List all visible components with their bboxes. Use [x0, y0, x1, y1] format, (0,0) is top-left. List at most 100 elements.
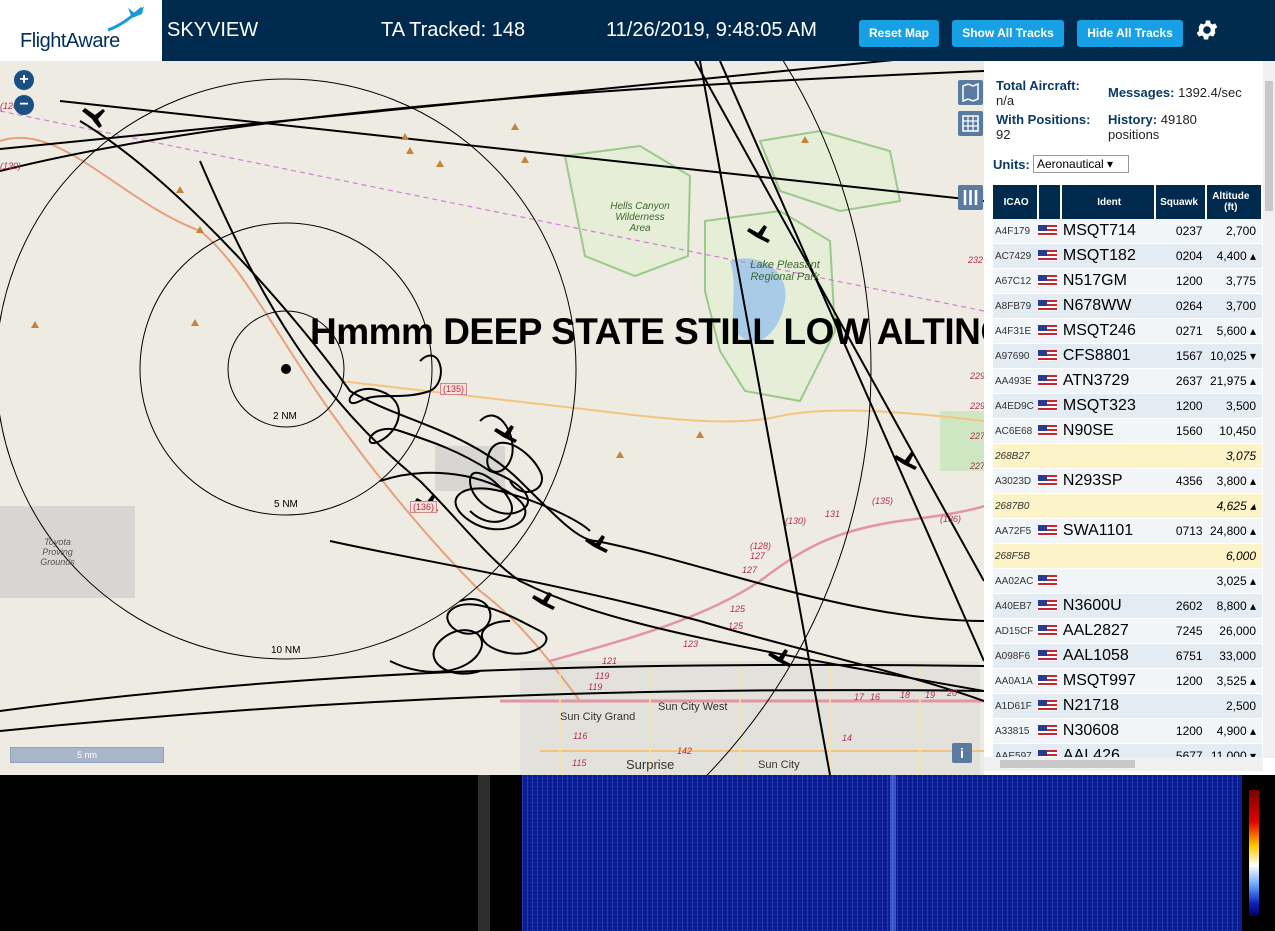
column-header-altitude[interactable]: Altitude (ft) [1205, 185, 1264, 219]
us-flag-icon [1038, 425, 1058, 437]
icao-cell: AD15CF [993, 618, 1039, 644]
table-row[interactable]: 268B27 3,075 [993, 443, 1262, 469]
table-row[interactable]: A40EB7 N3600U 2602 8,800 ▴ [993, 593, 1262, 619]
table-row[interactable]: AA72F5 SWA1101 0713 24,800 ▴ [993, 518, 1262, 544]
zoom-in-button[interactable]: + [14, 70, 34, 90]
pane-divider[interactable] [478, 775, 490, 931]
altitude-cell: 3,800 ▴ [1205, 468, 1262, 494]
table-row[interactable]: A67C12 N517GM 1200 3,775 [993, 268, 1262, 294]
table-row[interactable]: A1D61F N21718 2,500 [993, 693, 1262, 719]
flag-cell [1038, 693, 1061, 719]
units-select[interactable]: Aeronautical ▾ [1033, 155, 1129, 173]
icao-cell: A33815 [993, 718, 1039, 744]
flag-cell [1038, 318, 1061, 344]
column-header-ident[interactable]: Ident [1060, 185, 1157, 219]
ident-cell: ATN3729 [1060, 368, 1156, 394]
grid-button[interactable] [958, 111, 983, 136]
scrollbar-thumb[interactable] [1000, 760, 1135, 768]
road-label: 116 [573, 731, 588, 741]
table-row[interactable]: A3023D N293SP 4356 3,800 ▴ [993, 468, 1262, 494]
flag-cell [1038, 343, 1061, 369]
us-flag-icon [1038, 325, 1058, 337]
table-row[interactable]: 2687B0 4,625 ▴ [993, 493, 1262, 519]
squawk-cell: 1200 [1155, 268, 1206, 294]
altitude-cell: 26,000 [1205, 618, 1262, 644]
gear-icon[interactable] [1194, 17, 1220, 43]
icao-cell: A3023D [993, 468, 1039, 494]
flag-cell [1038, 368, 1061, 394]
zoom-out-button[interactable]: − [14, 95, 34, 115]
column-header-icao[interactable]: ICAO [993, 185, 1040, 219]
road-label: 142 [677, 746, 693, 756]
column-header-squawk[interactable]: Squawk [1155, 185, 1207, 219]
ident-cell: MSQT323 [1060, 393, 1156, 419]
column-header-flag[interactable] [1038, 185, 1062, 219]
flag-cell [1038, 618, 1061, 644]
table-row[interactable]: A098F6 AAL1058 6751 33,000 [993, 643, 1262, 669]
vertical-scrollbar[interactable] [1263, 61, 1275, 758]
road-label: 131 [825, 509, 841, 519]
altitude-cell: 2,700 [1205, 219, 1262, 244]
squawk-cell: 0204 [1155, 243, 1206, 269]
icao-cell: A4F31E [993, 318, 1039, 344]
place-label: Sun City Grand [560, 711, 636, 723]
flag-cell [1038, 219, 1061, 244]
hide-all-tracks-button[interactable]: Hide All Tracks [1077, 20, 1183, 47]
table-row[interactable]: A97690 CFS8801 1567 10,025 ▾ [993, 343, 1262, 369]
place-label: Sun City West [658, 701, 728, 713]
road-label: (136) [940, 514, 962, 524]
table-row[interactable]: A33815 N30608 1200 4,900 ▴ [993, 718, 1262, 744]
squawk-cell [1155, 543, 1206, 569]
road-label: 14 [842, 733, 853, 743]
table-row[interactable]: AC6E68 N90SE 1560 10,450 [993, 418, 1262, 444]
table-row[interactable]: AC7429 MSQT182 0204 4,400 ▴ [993, 243, 1262, 269]
table-row[interactable]: AA02AC 3,025 ▴ [993, 568, 1262, 594]
scrollbar-thumb[interactable] [1265, 81, 1273, 211]
altitude-cell: 3,775 [1205, 268, 1262, 294]
flight-map[interactable]: 2 NM 5 NM 10 NM Hells Canyon Wilderness … [0, 61, 984, 775]
stat-value: 49180 [1160, 112, 1197, 127]
us-flag-icon [1038, 675, 1058, 687]
stat-value: n/a [996, 93, 1015, 108]
info-icon[interactable]: i [952, 743, 972, 763]
table-row[interactable]: A4ED9C MSQT323 1200 3,500 [993, 393, 1262, 419]
map-layers-button[interactable] [958, 80, 983, 105]
table-row[interactable]: A4F31E MSQT246 0271 5,600 ▴ [993, 318, 1262, 344]
flightaware-logo[interactable]: FlightAware [0, 0, 162, 61]
table-row[interactable]: AA493E ATN3729 2637 21,975 ▴ [993, 368, 1262, 394]
flag-cell [1038, 718, 1061, 744]
road-label: 115 [572, 758, 587, 768]
reset-map-button[interactable]: Reset Map [859, 20, 939, 47]
road-label: 119 [595, 671, 610, 681]
road-label: 16 [870, 692, 881, 702]
horizontal-scrollbar[interactable] [984, 757, 1263, 771]
icao-cell: A97690 [993, 343, 1039, 369]
road-label: 232 [968, 255, 984, 265]
icao-cell: A098F6 [993, 643, 1039, 669]
color-scale-bar [1249, 790, 1259, 916]
altitude-cell: 3,525 ▴ [1205, 668, 1262, 694]
table-row[interactable]: AA0A1A MSQT997 1200 3,525 ▴ [993, 668, 1262, 694]
altitude-cell: 21,975 ▴ [1205, 368, 1262, 394]
aircraft-table-body: A4F179 MSQT714 0237 2,700 AC7429 MSQT182 0204 4… [993, 219, 1262, 769]
ident-cell: MSQT182 [1060, 243, 1156, 269]
show-all-tracks-button[interactable]: Show All Tracks [952, 20, 1064, 47]
altitude-cell: 4,900 ▴ [1205, 718, 1262, 744]
us-flag-icon [1038, 350, 1058, 362]
altitude-cell: 10,450 [1205, 418, 1262, 444]
icao-cell: A4ED9C [993, 393, 1039, 419]
table-row[interactable]: 268F5B 6,000 [993, 543, 1262, 569]
road-label: (136) [410, 501, 438, 513]
table-row[interactable]: AD15CF AAL2827 7245 26,000 [993, 618, 1262, 644]
road-label: 19 [925, 690, 936, 700]
stat-value: 1392.4/sec [1178, 85, 1242, 100]
ident-cell [1060, 543, 1156, 569]
ident-cell: MSQT246 [1060, 318, 1156, 344]
column-toggle-button[interactable] [958, 185, 983, 210]
road-label: 125 [728, 621, 744, 631]
table-row[interactable]: A4F179 MSQT714 0237 2,700 [993, 219, 1262, 244]
columns-icon [963, 190, 978, 205]
flag-cell [1038, 643, 1061, 669]
icao-cell: AA72F5 [993, 518, 1039, 544]
table-row[interactable]: A8FB79 N678WW 0264 3,700 [993, 293, 1262, 319]
